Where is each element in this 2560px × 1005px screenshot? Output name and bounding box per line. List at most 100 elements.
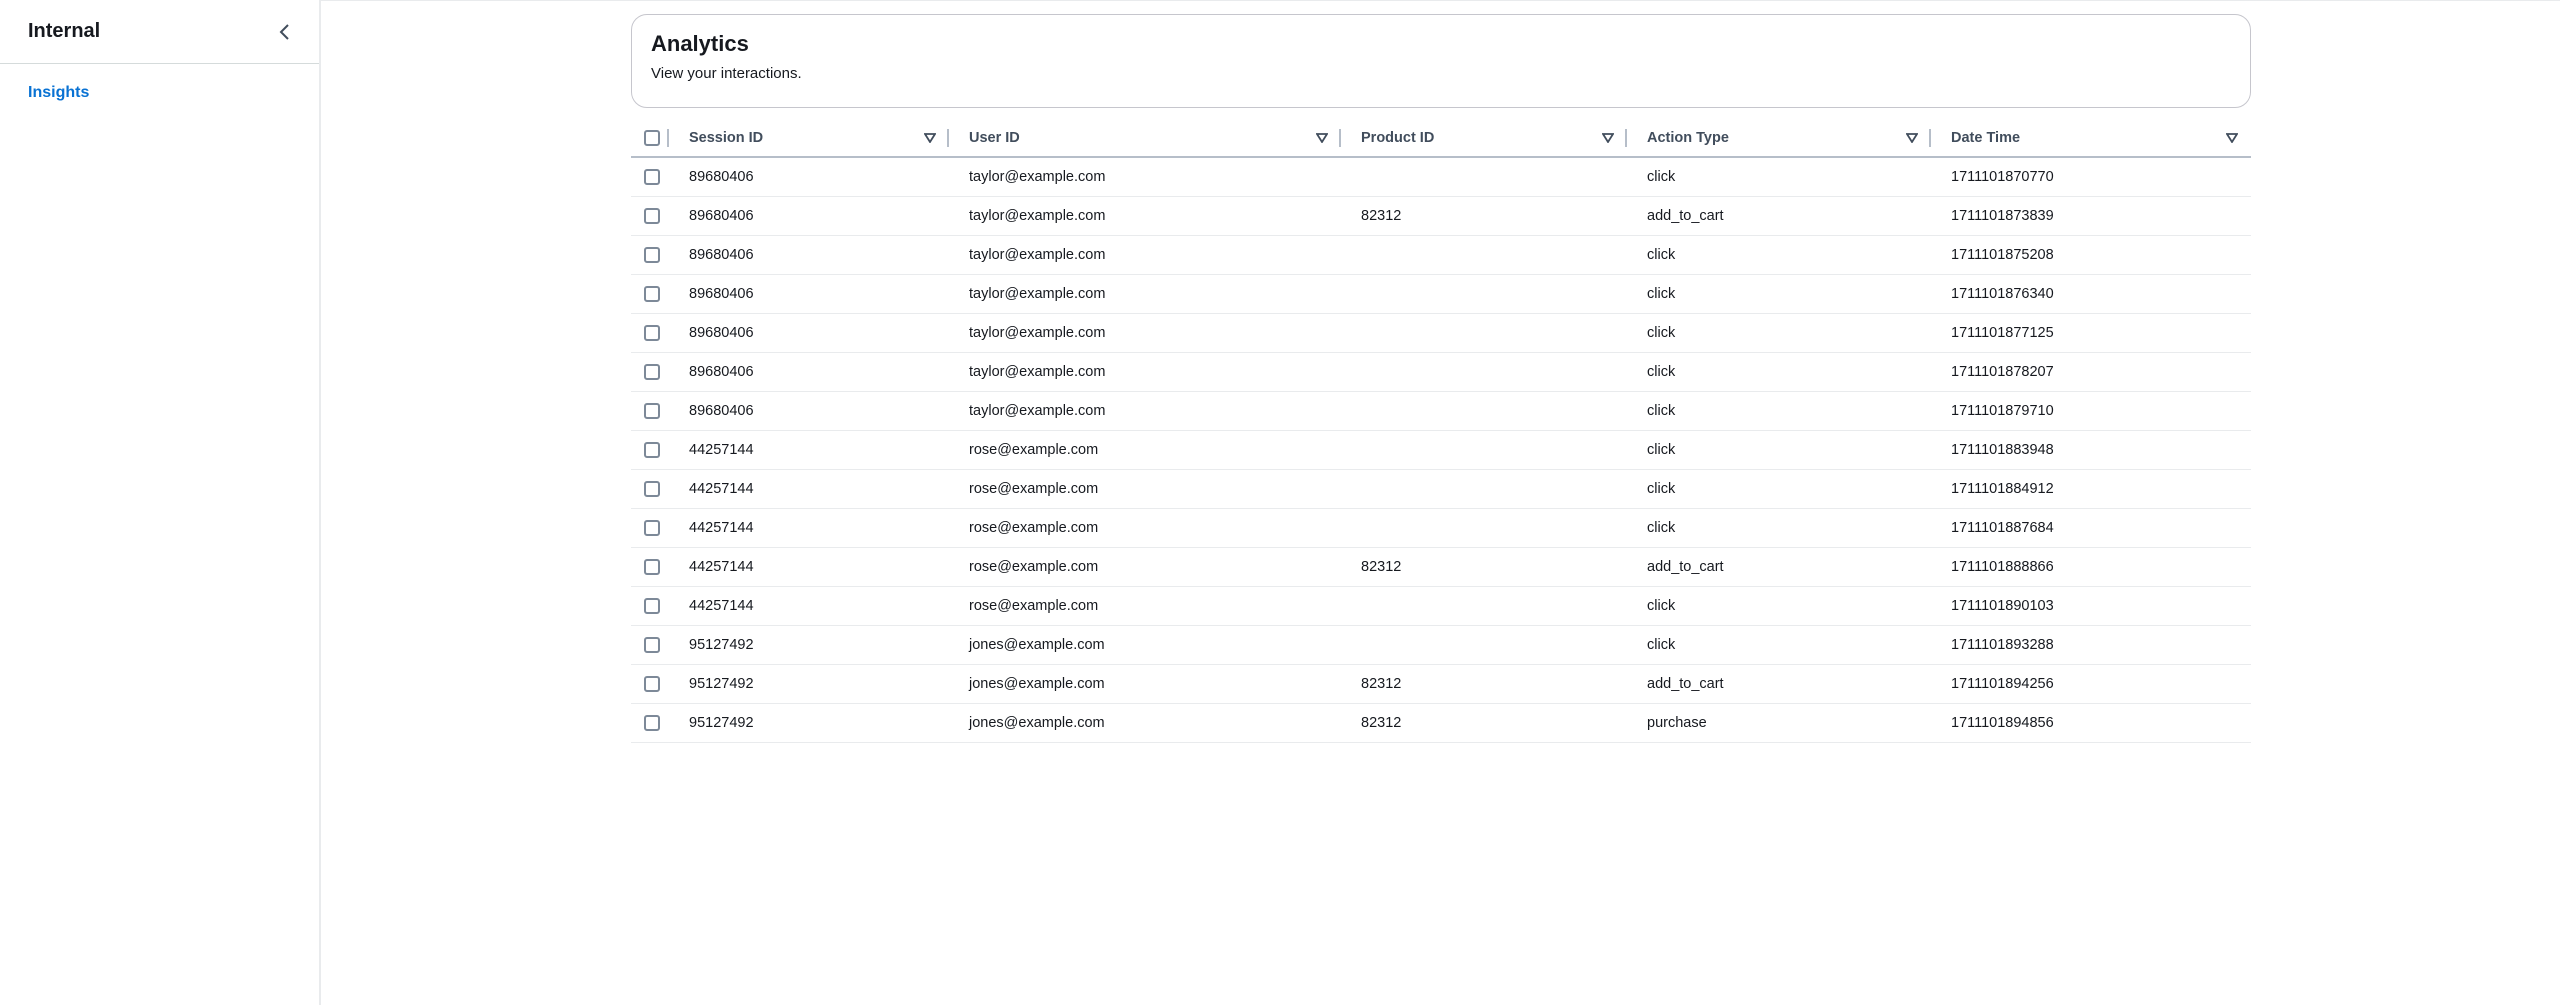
column-header-user-id[interactable]: User ID bbox=[949, 120, 1341, 158]
product-id-cell: 82312 bbox=[1341, 703, 1627, 743]
sort-caret-down-icon[interactable] bbox=[1905, 131, 1919, 145]
cell-value bbox=[1341, 286, 1361, 302]
cell-value: taylor@example.com bbox=[969, 246, 1106, 263]
sidebar-header: Internal bbox=[0, 0, 319, 64]
sort-caret-down-icon[interactable] bbox=[1601, 131, 1615, 145]
cell-value: click bbox=[1647, 480, 1676, 497]
row-checkbox[interactable] bbox=[644, 480, 660, 497]
product-id-cell bbox=[1341, 157, 1627, 197]
session-id-cell: 89680406 bbox=[669, 313, 949, 353]
session-id-cell: 44257144 bbox=[669, 547, 949, 587]
sidebar-item-insights[interactable]: Insights bbox=[0, 84, 319, 102]
date-time-cell: 1711101875208 bbox=[1931, 235, 2251, 275]
action-type-cell: click bbox=[1627, 313, 1931, 353]
cell-value bbox=[1341, 169, 1361, 185]
column-header-label: Date Time bbox=[1951, 130, 2021, 146]
row-checkbox[interactable] bbox=[644, 519, 660, 536]
column-header-action-type[interactable]: Action Type bbox=[1627, 120, 1931, 158]
select-all-checkbox[interactable] bbox=[644, 130, 660, 146]
date-time-cell: 1711101873839 bbox=[1931, 196, 2251, 236]
row-select-cell bbox=[631, 196, 669, 236]
select-all-header bbox=[631, 120, 669, 158]
table-row[interactable]: 89680406 taylor@example.com click 171110187… bbox=[631, 352, 2251, 392]
row-checkbox[interactable] bbox=[644, 168, 660, 185]
user-id-cell: jones@example.com bbox=[949, 625, 1341, 665]
table-row[interactable]: 89680406 taylor@example.com click 171110187… bbox=[631, 391, 2251, 431]
table-row[interactable]: 89680406 taylor@example.com click 171110187… bbox=[631, 313, 2251, 353]
table-row[interactable]: 44257144 rose@example.com click 17111018901… bbox=[631, 586, 2251, 626]
column-header-product-id[interactable]: Product ID bbox=[1341, 120, 1627, 158]
session-id-cell: 89680406 bbox=[669, 274, 949, 314]
cell-value: 82312 bbox=[1361, 558, 1402, 575]
user-id-cell: rose@example.com bbox=[949, 547, 1341, 587]
row-checkbox[interactable] bbox=[644, 597, 660, 614]
table-row[interactable]: 89680406 taylor@example.com click 171110187… bbox=[631, 157, 2251, 197]
row-checkbox[interactable] bbox=[644, 207, 660, 224]
sort-caret-down-icon[interactable] bbox=[2225, 131, 2239, 145]
row-checkbox[interactable] bbox=[644, 558, 660, 575]
table-row[interactable]: 44257144 rose@example.com click 17111018876… bbox=[631, 508, 2251, 548]
product-id-cell bbox=[1341, 430, 1627, 470]
user-id-cell: rose@example.com bbox=[949, 508, 1341, 548]
table-header-row: Session ID User ID Product ID Action Typ… bbox=[631, 120, 2251, 158]
cell-value bbox=[1341, 442, 1361, 458]
cell-value: 89680406 bbox=[689, 246, 754, 263]
column-header-label: Action Type bbox=[1647, 130, 1729, 146]
action-type-cell: click bbox=[1627, 508, 1931, 548]
session-id-cell: 89680406 bbox=[669, 391, 949, 431]
cell-value bbox=[1341, 247, 1361, 263]
collapse-sidebar-button[interactable] bbox=[271, 18, 299, 46]
table-row[interactable]: 95127492 jones@example.com click 1711101893… bbox=[631, 625, 2251, 665]
date-time-cell: 1711101876340 bbox=[1931, 274, 2251, 314]
action-type-cell: click bbox=[1627, 235, 1931, 275]
sort-caret-down-icon[interactable] bbox=[1315, 131, 1329, 145]
session-id-cell: 95127492 bbox=[669, 703, 949, 743]
user-id-cell: taylor@example.com bbox=[949, 274, 1341, 314]
row-checkbox[interactable] bbox=[644, 441, 660, 458]
date-time-cell: 1711101890103 bbox=[1931, 586, 2251, 626]
row-checkbox[interactable] bbox=[644, 363, 660, 380]
cell-value: click bbox=[1647, 246, 1676, 263]
session-id-cell: 89680406 bbox=[669, 157, 949, 197]
table-row[interactable]: 44257144 rose@example.com click 17111018849… bbox=[631, 469, 2251, 509]
cell-value bbox=[1341, 598, 1361, 614]
cell-value: taylor@example.com bbox=[969, 402, 1106, 419]
column-header-session-id[interactable]: Session ID bbox=[669, 120, 949, 158]
cell-value: 89680406 bbox=[689, 207, 754, 224]
row-checkbox[interactable] bbox=[644, 675, 660, 692]
cell-value bbox=[1341, 637, 1361, 653]
product-id-cell bbox=[1341, 313, 1627, 353]
cell-value: 1711101888866 bbox=[1951, 558, 2054, 575]
table-row[interactable]: 95127492 jones@example.com 82312 add_to_car… bbox=[631, 664, 2251, 704]
product-id-cell bbox=[1341, 508, 1627, 548]
row-select-cell bbox=[631, 157, 669, 197]
table-row[interactable]: 89680406 taylor@example.com 82312 add_to_ca… bbox=[631, 196, 2251, 236]
product-id-cell bbox=[1341, 235, 1627, 275]
table-row[interactable]: 44257144 rose@example.com 82312 add_to_cart… bbox=[631, 547, 2251, 587]
row-checkbox[interactable] bbox=[644, 246, 660, 263]
table-row[interactable]: 89680406 taylor@example.com click 171110187… bbox=[631, 274, 2251, 314]
column-header-date-time[interactable]: Date Time bbox=[1931, 120, 2251, 158]
cell-value: click bbox=[1647, 519, 1676, 536]
action-type-cell: click bbox=[1627, 469, 1931, 509]
action-type-cell: click bbox=[1627, 274, 1931, 314]
row-checkbox[interactable] bbox=[644, 285, 660, 302]
cell-value: 1711101875208 bbox=[1951, 246, 2054, 263]
product-id-cell bbox=[1341, 274, 1627, 314]
table-row[interactable]: 89680406 taylor@example.com click 171110187… bbox=[631, 235, 2251, 275]
row-checkbox[interactable] bbox=[644, 714, 660, 731]
cell-value: 1711101890103 bbox=[1951, 597, 2054, 614]
cell-value: 82312 bbox=[1361, 675, 1402, 692]
app-root: Internal Insights Analytics View your in… bbox=[0, 0, 2560, 1005]
row-select-cell bbox=[631, 664, 669, 704]
row-checkbox[interactable] bbox=[644, 324, 660, 341]
row-checkbox[interactable] bbox=[644, 636, 660, 653]
page-header-card: Analytics View your interactions. bbox=[631, 14, 2251, 108]
table-row[interactable]: 44257144 rose@example.com click 17111018839… bbox=[631, 430, 2251, 470]
table-row[interactable]: 95127492 jones@example.com 82312 purchase 17… bbox=[631, 703, 2251, 743]
row-checkbox[interactable] bbox=[644, 402, 660, 419]
action-type-cell: click bbox=[1627, 430, 1931, 470]
row-select-cell bbox=[631, 547, 669, 587]
session-id-cell: 95127492 bbox=[669, 664, 949, 704]
sort-caret-down-icon[interactable] bbox=[923, 131, 937, 145]
